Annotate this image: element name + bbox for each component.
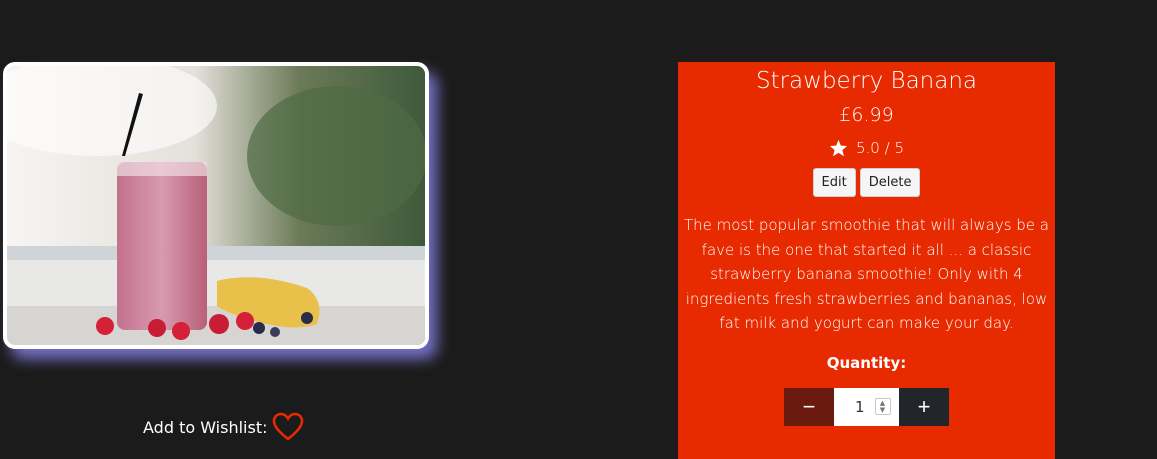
product-image [3, 62, 429, 349]
rating-value: 5.0 / 5 [856, 139, 904, 157]
product-detail-panel: Strawberry Banana £6.99 5.0 / 5 Edit Del… [678, 62, 1055, 459]
quantity-field: ▲ ▼ [834, 387, 899, 426]
product-rating: 5.0 / 5 [678, 139, 1055, 157]
increment-button[interactable]: + [899, 387, 949, 426]
star-icon [829, 139, 848, 157]
quantity-input[interactable] [842, 397, 865, 416]
quantity-stepper: − ▲ ▼ + [784, 387, 949, 426]
product-detail-page: Add to Wishlist: Strawberry Banana £6.99… [0, 0, 1157, 459]
quantity-label: Quantity: [826, 353, 907, 372]
heart-icon[interactable] [272, 412, 304, 442]
delete-button[interactable]: Delete [859, 168, 921, 197]
edit-button[interactable]: Edit [812, 168, 856, 197]
wishlist-label: Add to Wishlist: [143, 417, 268, 437]
product-actions: Edit Delete [678, 168, 1055, 197]
product-price: £6.99 [839, 104, 894, 126]
product-description: The most popular smoothie that will alwa… [683, 216, 1050, 332]
spinner-icon[interactable]: ▲ ▼ [874, 398, 891, 415]
spinner-down-icon[interactable]: ▼ [880, 406, 885, 414]
decrement-button[interactable]: − [784, 387, 834, 426]
product-name: Strawberry Banana [755, 68, 978, 94]
wishlist: Add to Wishlist: [143, 412, 304, 442]
smoothie-photo [7, 66, 425, 345]
